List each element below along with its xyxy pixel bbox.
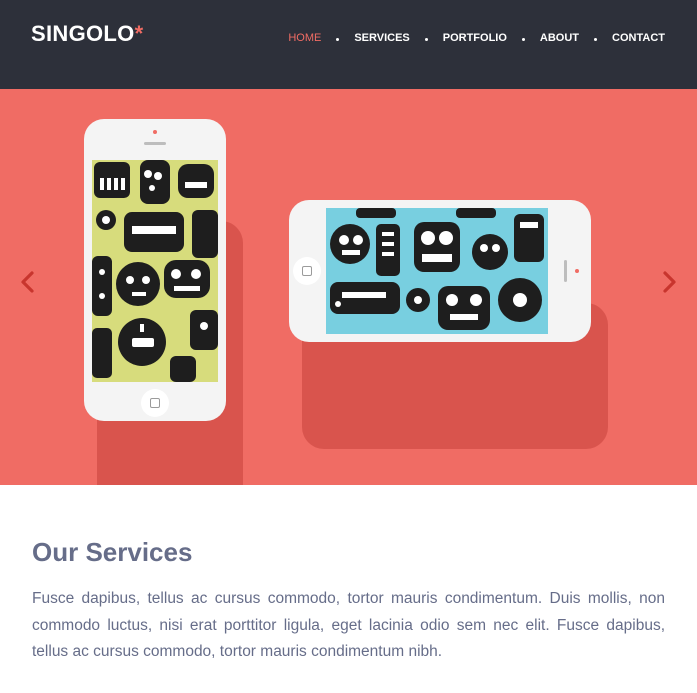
section-description: Fusce dapibus, tellus ac cursus commodo,… — [32, 590, 665, 660]
home-button — [141, 389, 169, 417]
slider-next-button[interactable] — [657, 270, 681, 294]
robot-pattern-image — [92, 160, 218, 382]
speaker — [564, 260, 567, 282]
site-header: SINGOLO* HOME SERVICES PORTFOLIO ABOUT C… — [0, 0, 697, 89]
nav-home[interactable]: HOME — [288, 32, 321, 44]
nav-separator — [424, 38, 428, 41]
chevron-right-icon — [663, 271, 676, 293]
logo-asterisk: * — [134, 21, 144, 46]
nav-contact[interactable]: CONTACT — [612, 32, 665, 44]
nav-separator — [594, 38, 598, 41]
speaker — [144, 142, 166, 145]
hero-slider — [0, 89, 697, 485]
logo-text: SINGOLO — [31, 21, 135, 46]
phone-screen — [92, 160, 218, 382]
slider-prev-button[interactable] — [16, 270, 40, 294]
chevron-left-icon — [21, 271, 34, 293]
main-nav: HOME SERVICES PORTFOLIO ABOUT CONTACT — [288, 32, 665, 44]
home-button — [293, 257, 321, 285]
nav-services[interactable]: SERVICES — [354, 32, 409, 44]
phone-screen — [326, 208, 548, 334]
section-title: Our Services — [32, 537, 193, 567]
nav-portfolio[interactable]: PORTFOLIO — [443, 32, 507, 44]
nav-separator — [336, 38, 340, 41]
nav-separator — [521, 38, 525, 41]
horizontal-phone[interactable] — [289, 200, 591, 342]
robot-pattern-image — [326, 208, 548, 334]
logo[interactable]: SINGOLO* — [31, 21, 143, 47]
camera-dot — [575, 269, 579, 273]
services-section: Our Services Fusce dapibus, tellus ac cu… — [0, 485, 697, 666]
vertical-phone[interactable] — [84, 119, 226, 421]
nav-about[interactable]: ABOUT — [540, 32, 579, 44]
camera-dot — [153, 130, 157, 134]
